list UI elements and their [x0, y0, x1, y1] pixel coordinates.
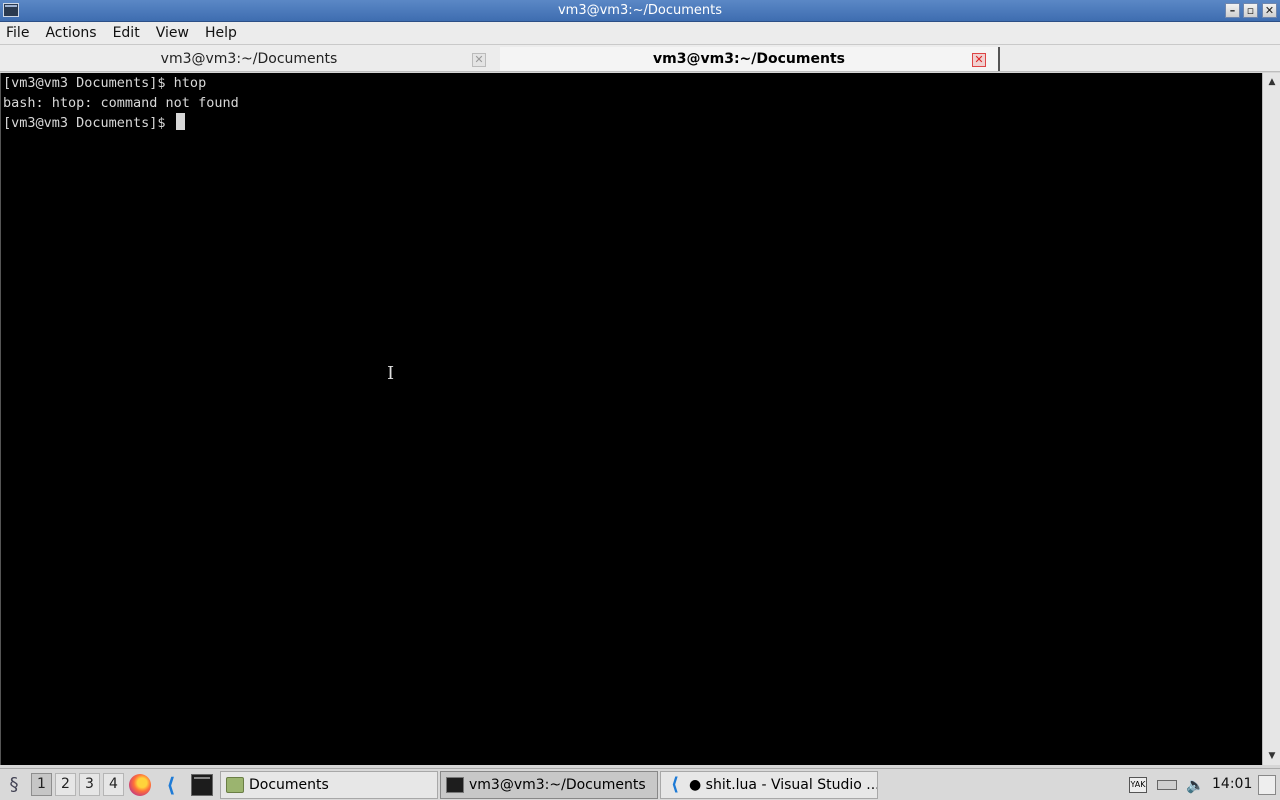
terminal-scrollbar[interactable]: ▲ ▼ [1262, 73, 1280, 765]
clock[interactable]: 14:01 [1212, 776, 1252, 792]
keyboard-layout-icon[interactable]: YAK [1129, 777, 1147, 793]
task-label: ● shit.lua - Visual Studio ... [689, 777, 878, 793]
volume-icon[interactable]: 🔈 [1186, 777, 1205, 793]
task-terminal[interactable]: vm3@vm3:~/Documents [440, 771, 658, 799]
terminal-icon [446, 777, 464, 793]
vscode-icon: ⟨ [670, 774, 680, 795]
menu-edit[interactable]: Edit [113, 25, 140, 41]
workspace-4-button[interactable]: 4 [103, 773, 124, 796]
workspace-2-button[interactable]: 2 [55, 773, 76, 796]
close-window-button[interactable]: ✕ [1262, 3, 1277, 18]
window-titlebar[interactable]: vm3@vm3:~/Documents – ▫ ✕ [0, 0, 1280, 22]
menu-actions[interactable]: Actions [45, 25, 96, 41]
workspace-3-button[interactable]: 3 [79, 773, 100, 796]
window-title: vm3@vm3:~/Documents [557, 3, 723, 18]
vscode-icon[interactable]: ⟨ [160, 774, 182, 796]
terminal-tab-2[interactable]: vm3@vm3:~/Documents ✕ [500, 47, 1000, 71]
menu-help[interactable]: Help [205, 25, 237, 41]
terminal-prompt-line[interactable]: [vm3@vm3 Documents]$ [3, 113, 185, 133]
task-label: Documents [249, 777, 329, 793]
maximize-button[interactable]: ▫ [1243, 3, 1258, 18]
tab-bar: vm3@vm3:~/Documents ✕ vm3@vm3:~/Document… [0, 45, 1280, 72]
start-menu-icon[interactable]: § [3, 774, 25, 796]
close-tab-icon[interactable]: ✕ [472, 53, 486, 67]
show-desktop-button[interactable] [1258, 775, 1276, 795]
scroll-down-icon[interactable]: ▼ [1265, 749, 1279, 763]
scroll-up-icon[interactable]: ▲ [1265, 75, 1279, 89]
terminal-tab-1[interactable]: vm3@vm3:~/Documents ✕ [0, 47, 498, 71]
terminal-icon[interactable] [191, 774, 213, 796]
ibeam-cursor-icon: I [387, 363, 395, 384]
menu-file[interactable]: File [6, 25, 29, 41]
menu-bar: File Actions Edit View Help [0, 22, 1280, 45]
taskbar: § 1 2 3 4 ⟨ Documents vm3@vm3:~/Document… [0, 768, 1280, 800]
tab-label: vm3@vm3:~/Documents [160, 51, 338, 67]
network-icon[interactable] [1157, 780, 1177, 790]
text-cursor [175, 113, 185, 130]
minimize-button[interactable]: – [1225, 3, 1240, 18]
terminal-line: bash: htop: command not found [3, 95, 239, 111]
workspace-1-button[interactable]: 1 [31, 773, 52, 796]
task-documents[interactable]: Documents [220, 771, 438, 799]
folder-icon [226, 777, 244, 793]
task-label: vm3@vm3:~/Documents [469, 777, 646, 793]
close-tab-icon[interactable]: ✕ [972, 53, 986, 67]
firefox-icon[interactable] [129, 774, 151, 796]
task-vscode[interactable]: ⟨ ● shit.lua - Visual Studio ... [660, 771, 878, 799]
menu-view[interactable]: View [156, 25, 189, 41]
terminal-line: [vm3@vm3 Documents]$ htop [3, 75, 207, 91]
terminal-output[interactable]: [vm3@vm3 Documents]$ htop bash: htop: co… [0, 73, 1262, 765]
tab-label: vm3@vm3:~/Documents [653, 51, 845, 67]
terminal-prompt: [vm3@vm3 Documents]$ [3, 115, 174, 131]
